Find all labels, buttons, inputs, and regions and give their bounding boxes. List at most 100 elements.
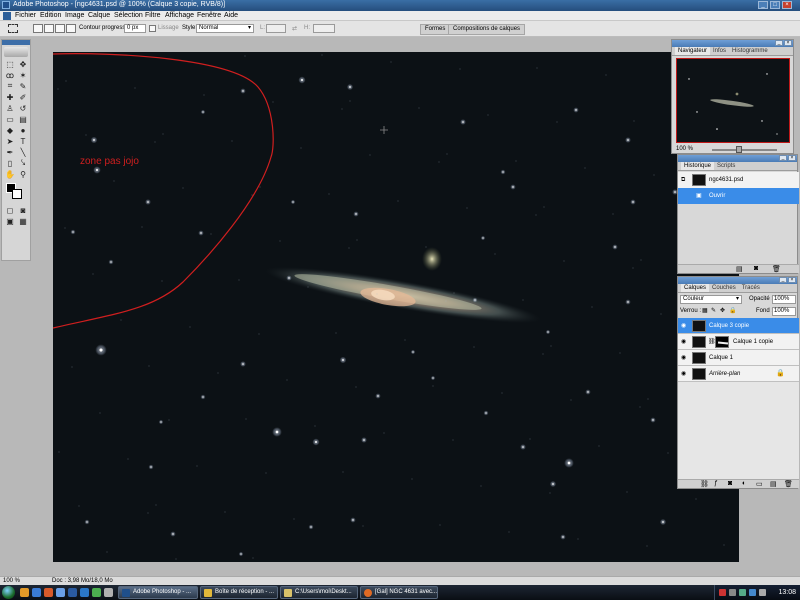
magic-wand-icon[interactable]: ✶ [17, 70, 29, 80]
tray-icon[interactable] [749, 589, 756, 596]
task-photoshop[interactable]: Adobe Photoshop - ... [118, 586, 198, 599]
close-button[interactable]: × [782, 1, 792, 9]
layer-row[interactable]: ◉ ⛓ Calque 1 copie [678, 334, 799, 350]
style-select[interactable]: Normal ▾ [196, 24, 254, 33]
visibility-eye-icon[interactable]: ◉ [681, 334, 686, 350]
lock-pixels-icon[interactable]: ✎ [711, 307, 716, 314]
tab-traces[interactable]: Tracés [739, 284, 763, 292]
trash-icon[interactable]: 🗑 [772, 265, 781, 273]
notes-icon[interactable]: ▯ [4, 158, 16, 168]
new-group-icon[interactable]: ▭ [756, 480, 763, 488]
tray-icon[interactable] [729, 589, 736, 596]
move-icon[interactable]: ✥ [17, 59, 29, 69]
start-button[interactable] [2, 586, 15, 599]
opacity-input[interactable]: 100% [772, 295, 796, 304]
crop-icon[interactable]: ⌗ [4, 81, 16, 91]
eyedropper-icon[interactable]: ⤥ [17, 158, 29, 168]
new-layer-icon[interactable]: ▤ [770, 480, 777, 488]
close-panel-icon[interactable]: × [788, 277, 796, 283]
tab-histogramme[interactable]: Histogramme [729, 47, 771, 55]
tab-historique[interactable]: Historique [681, 162, 715, 170]
swap-icon[interactable]: ⇄ [292, 25, 297, 32]
background-color[interactable] [12, 189, 22, 199]
minimize-button[interactable]: _ [758, 1, 768, 9]
navigator-zoom-slider[interactable] [712, 149, 777, 151]
zoom-icon[interactable]: ⚲ [17, 169, 29, 179]
tray-icon[interactable] [739, 589, 746, 596]
subtract-selection-icon[interactable] [55, 24, 65, 33]
tray-icon[interactable] [719, 589, 726, 596]
lock-transparency-icon[interactable]: ▦ [702, 307, 708, 314]
navigator-slider-knob[interactable] [736, 146, 742, 153]
lissage-checkbox[interactable] [149, 25, 156, 32]
height-input[interactable] [313, 24, 335, 33]
blend-mode-select[interactable]: Couleur ▾ [680, 295, 742, 304]
tab-infos[interactable]: Infos [710, 47, 729, 55]
healing-icon[interactable]: ✚ [4, 92, 16, 102]
minimize-panel-icon[interactable]: _ [775, 40, 783, 46]
stamp-icon[interactable]: ♙ [4, 103, 16, 113]
add-selection-icon[interactable] [44, 24, 54, 33]
visibility-eye-icon[interactable]: ◉ [681, 366, 686, 382]
quicklaunch-icon[interactable] [80, 588, 89, 597]
quicklaunch-icon[interactable] [32, 588, 41, 597]
quickmask-icon[interactable]: ◙ [17, 205, 29, 215]
camera-icon[interactable]: ◙ [754, 265, 758, 272]
menu-edition[interactable]: Edition [40, 12, 61, 19]
trash-icon[interactable]: 🗑 [784, 480, 793, 488]
lock-all-icon[interactable]: 🔒 [729, 307, 736, 314]
minimize-panel-icon[interactable]: _ [779, 277, 787, 283]
new-document-icon[interactable]: ▤ [736, 265, 743, 273]
quicklaunch-icon[interactable] [56, 588, 65, 597]
task-firefox[interactable]: [Gal] NGC 4631 avec... [360, 586, 438, 599]
status-zoom[interactable]: 100 % [3, 578, 20, 584]
visibility-eye-icon[interactable]: ◉ [681, 350, 686, 366]
width-input[interactable] [266, 24, 286, 33]
slice-icon[interactable]: ✎ [17, 81, 29, 91]
pen-icon[interactable]: ✒ [4, 147, 16, 157]
lock-position-icon[interactable]: ✥ [720, 307, 725, 314]
quicklaunch-icon[interactable] [68, 588, 77, 597]
dodge-icon[interactable]: ● [17, 125, 29, 135]
app-menu-icon[interactable] [3, 12, 11, 20]
menu-fenetre[interactable]: Fenêtre [197, 12, 221, 19]
blur-icon[interactable]: ◆ [4, 125, 16, 135]
history-brush-icon[interactable]: ↺ [17, 103, 29, 113]
history-snapshot[interactable]: ⧉ ngc4631.psd [678, 172, 799, 188]
close-panel-icon[interactable]: × [784, 40, 792, 46]
screen-mode-icon[interactable]: ▣ [4, 216, 16, 226]
close-panel-icon[interactable]: × [788, 155, 796, 161]
eraser-icon[interactable]: ▭ [4, 114, 16, 124]
new-selection-icon[interactable] [33, 24, 43, 33]
layer-style-icon[interactable]: ƒ [714, 480, 718, 487]
link-layers-icon[interactable]: ⛓ [700, 480, 709, 488]
menu-filtre[interactable]: Filtre [145, 12, 161, 19]
task-mail[interactable]: Boîte de réception - ... [200, 586, 278, 599]
minimize-panel-icon[interactable]: _ [779, 155, 787, 161]
standard-mode-icon[interactable]: ◻ [4, 205, 16, 215]
contour-input[interactable]: 0 px [124, 24, 146, 33]
gradient-icon[interactable]: ▤ [17, 114, 29, 124]
layer-row[interactable]: ◉ Calque 1 [678, 350, 799, 366]
marquee-tool-icon[interactable] [8, 24, 18, 33]
type-icon[interactable]: T [17, 136, 29, 146]
task-explorer[interactable]: C:\Users\moi\Deskt... [280, 586, 358, 599]
lasso-icon[interactable]: ꝏ [4, 70, 16, 80]
visibility-eye-icon[interactable]: ◉ [681, 318, 686, 334]
intersect-selection-icon[interactable] [66, 24, 76, 33]
menu-fichier[interactable]: Fichier [15, 12, 36, 19]
tab-navigateur[interactable]: Navigateur [675, 47, 711, 55]
navigator-preview[interactable] [676, 58, 790, 143]
menu-selection[interactable]: Sélection [114, 12, 143, 19]
menu-aide[interactable]: Aide [224, 12, 238, 19]
quicklaunch-icon[interactable] [92, 588, 101, 597]
menu-image[interactable]: Image [65, 12, 84, 19]
tab-formes[interactable]: Formes [420, 24, 451, 35]
quicklaunch-icon[interactable] [44, 588, 53, 597]
hand-icon[interactable]: ✋ [4, 169, 16, 179]
history-state[interactable]: ▣ Ouvrir [678, 188, 799, 204]
menu-calque[interactable]: Calque [88, 12, 110, 19]
tab-compositions[interactable]: Compositions de calques [448, 24, 526, 35]
add-mask-icon[interactable]: ◙ [728, 480, 732, 487]
layer-row[interactable]: ◉ Calque 3 copie [678, 318, 799, 334]
